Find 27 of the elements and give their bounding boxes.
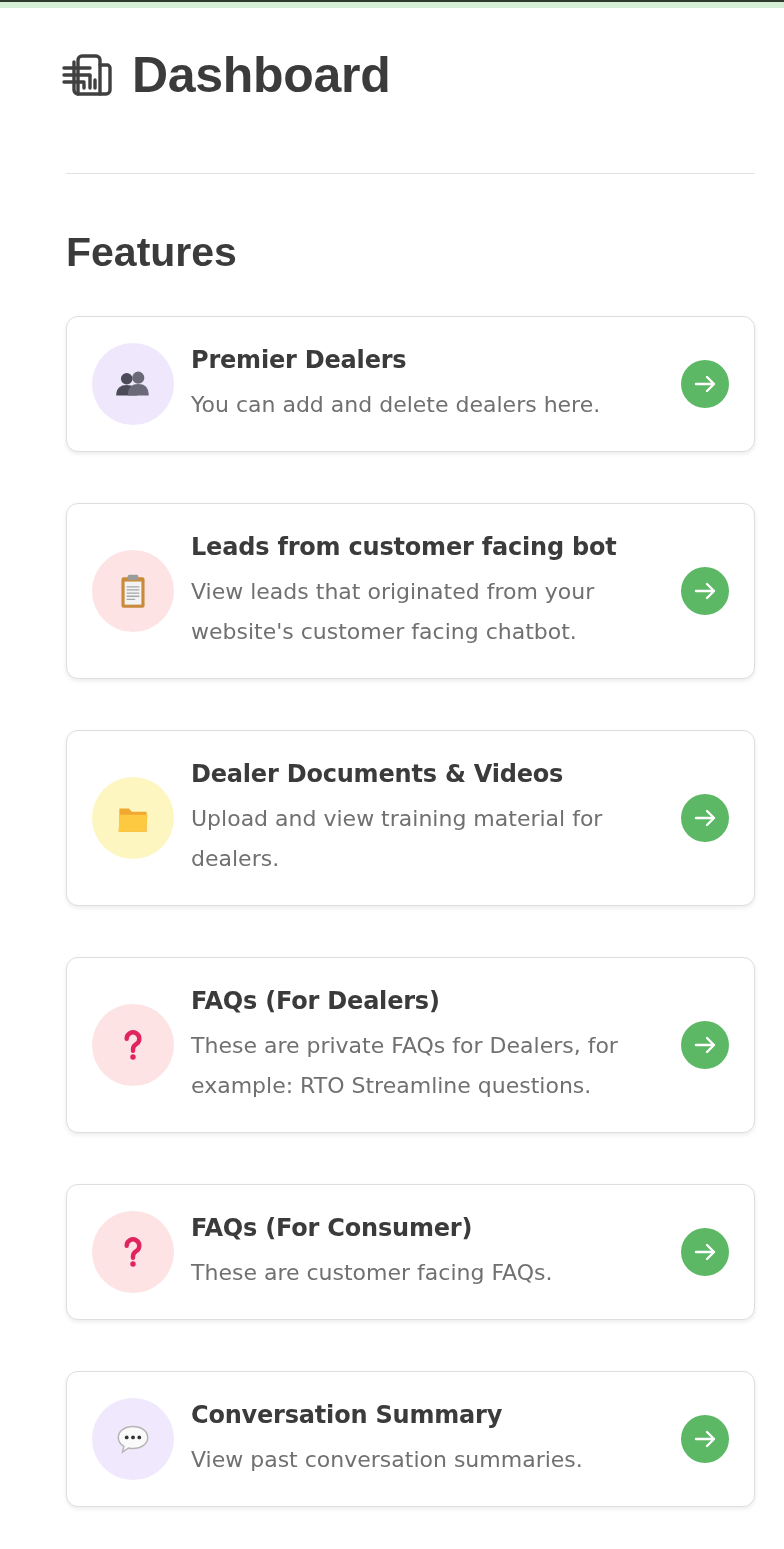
arrow-right-icon [694,1428,716,1450]
open-button[interactable] [681,1228,729,1276]
open-button[interactable] [681,1021,729,1069]
open-button[interactable] [681,360,729,408]
open-button[interactable] [681,1415,729,1463]
feature-title: FAQs (For Dealers) [191,986,441,1017]
arrow-right-icon [694,373,716,395]
arrow-right-icon [694,580,716,602]
arrow-right-icon [694,807,716,829]
feature-description: You can add and delete dealers here. [191,391,602,419]
feature-title: Premier Dealers [191,345,408,376]
arrow-right-icon [694,1241,716,1263]
feature-description: Upload and view training material for dealers. [191,805,604,873]
feature-title: FAQs (For Consumer) [191,1213,474,1244]
chart-document-icon [62,54,112,96]
feature-title: Leads from customer facing bot [191,532,618,563]
feature-title: Dealer Documents & Videos [191,759,565,790]
section-title: Features [66,228,238,277]
feature-description: These are private FAQs for Dealers, for example: RTO Streamline questions. [191,1032,619,1100]
feature-description: View past conversation summaries. [191,1446,584,1474]
open-button[interactable] [681,794,729,842]
feature-title: Conversation Summary [191,1400,504,1431]
open-button[interactable] [681,567,729,615]
feature-description: These are customer facing FAQs. [191,1259,554,1287]
page-title: Dashboard [132,46,391,105]
feature-description: View leads that originated from your website's customer facing chatbot. [191,578,596,646]
arrow-right-icon [694,1034,716,1056]
